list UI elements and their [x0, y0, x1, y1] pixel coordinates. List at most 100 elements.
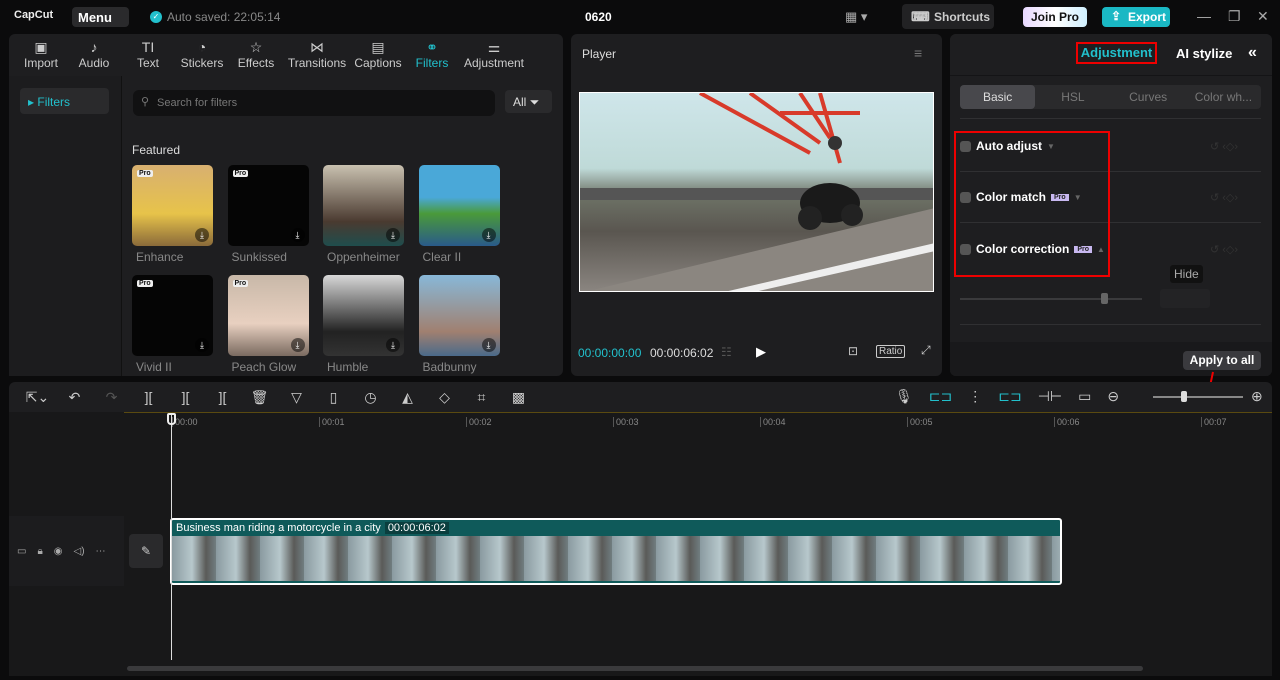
tab-ai-stylize[interactable]: AI stylize [1176, 46, 1232, 61]
shortcuts-label: Shortcuts [934, 10, 991, 24]
download-icon[interactable]: ⤓ [195, 338, 209, 352]
ratio-button[interactable]: Ratio [876, 345, 906, 358]
sidebar-item-filters[interactable]: ▸ Filters [20, 88, 109, 114]
total-time: 00:00:06:02 [650, 346, 714, 360]
filter-thumbnail[interactable]: ⤓ [418, 165, 500, 246]
timeline-view-icon[interactable]: ☷ [721, 345, 732, 359]
filter-thumbnail[interactable]: Pro ⤓ [227, 275, 309, 356]
playhead[interactable] [171, 414, 172, 660]
filter-icon: ⏷ [529, 95, 540, 109]
intensity-slider[interactable] [960, 298, 1142, 300]
lock-icon[interactable]: 🔒︎ [37, 546, 42, 557]
split-icon[interactable]: ][ [130, 389, 167, 405]
maximize-icon[interactable]: ❐ [1228, 8, 1241, 25]
intensity-input[interactable] [1160, 289, 1210, 308]
horizontal-scrollbar[interactable] [127, 666, 1143, 671]
video-clip[interactable]: Business man riding a motorcycle in a ci… [170, 518, 1062, 585]
audio-icon[interactable]: ◁) [74, 546, 85, 557]
filter-thumbnail[interactable]: Pro ⤓ [132, 165, 213, 246]
subtab-hsl[interactable]: HSL [1035, 85, 1110, 109]
zoom-out-icon[interactable]: ⊖ [1107, 388, 1119, 405]
link-icon[interactable]: ⋮ [968, 388, 982, 405]
download-icon[interactable]: ⤓ [481, 228, 496, 242]
subtab-curves[interactable]: Curves [1111, 85, 1186, 109]
filter-thumbnail[interactable]: Pro ⤓ [132, 275, 213, 356]
crop-icon[interactable]: ⌗ [463, 389, 500, 406]
preview-axis-icon[interactable]: ⊏⊐ [998, 388, 1021, 405]
reverse-icon[interactable]: ◷ [352, 389, 389, 406]
cover-icon[interactable]: ▭ [1078, 388, 1091, 405]
eye-icon[interactable]: ◉ [54, 546, 63, 557]
tab-effects[interactable]: ☆ Effects [229, 34, 283, 76]
tab-adjustment[interactable]: Adjustment [1076, 42, 1157, 64]
rotate-icon[interactable]: ◇ [426, 389, 463, 406]
apply-to-all-button[interactable]: Apply to all [1183, 351, 1261, 370]
download-icon[interactable]: ⤓ [290, 228, 305, 242]
filter-thumbnail[interactable]: ⤓ [323, 165, 404, 246]
zoom-slider[interactable] [1153, 396, 1243, 398]
download-icon[interactable]: ⤓ [386, 338, 400, 352]
mirror-icon[interactable]: ◭ [389, 389, 426, 406]
clip-duration: 00:00:06:02 [384, 522, 449, 534]
tab-audio[interactable]: ♪ Audio [67, 34, 121, 76]
tab-import[interactable]: ▣ Import [15, 34, 67, 76]
freeze-icon[interactable]: ▯ [315, 389, 352, 406]
tab-adjustment[interactable]: ⚌ Adjustment [459, 34, 529, 76]
fullscreen-icon[interactable]: ⤢ [921, 343, 931, 358]
split-audio-icon[interactable]: ⊣⊢ [1038, 388, 1062, 405]
zoom-handle[interactable] [1181, 391, 1187, 402]
delete-icon[interactable]: 🗑 [241, 389, 278, 406]
collapse-icon[interactable]: « [1248, 44, 1257, 62]
close-icon[interactable]: ✕ [1257, 8, 1269, 25]
section-featured: Featured [132, 143, 181, 157]
join-pro-button[interactable]: Join Pro [1023, 7, 1087, 27]
time-ruler[interactable]: 00:00 00:01 00:02 00:03 00:04 00:05 00:06 00:07 [124, 412, 1272, 432]
filter-name: Peach Glow [231, 360, 297, 374]
magnet-icon[interactable]: ⊏⊐ [929, 388, 952, 405]
slider-handle[interactable] [1101, 293, 1108, 304]
ai-cut-icon[interactable]: ▩ [500, 389, 537, 406]
tab-text[interactable]: TI Text [121, 34, 175, 76]
edit-cover-button[interactable]: ✎ [129, 534, 163, 568]
screenshot-icon[interactable]: ⊡ [848, 344, 858, 358]
shortcuts-button[interactable]: ⌨ Shortcuts [902, 4, 994, 29]
microphone-icon[interactable]: 🎙 [895, 388, 913, 405]
audio-icon: ♪ [90, 39, 98, 55]
zoom-in-icon[interactable]: ⊕ [1251, 388, 1263, 405]
filter-name: Oppenheimer [327, 250, 400, 264]
tab-filters[interactable]: ⚭ Filters [405, 34, 459, 76]
select-tool-icon[interactable]: ⇱⌄ [19, 389, 56, 406]
play-icon[interactable]: ▶ [756, 344, 766, 360]
download-icon[interactable]: ⤓ [195, 228, 209, 242]
video-preview[interactable] [579, 92, 934, 292]
redo-icon[interactable]: ↷ [93, 389, 130, 406]
export-button[interactable]: ⇪ Export [1102, 7, 1170, 27]
filter-thumbnail[interactable]: ⤓ [418, 275, 500, 356]
download-icon[interactable]: ⤓ [386, 228, 400, 242]
filter-thumbnail[interactable]: ⤓ [323, 275, 404, 356]
marker-icon[interactable]: ▽ [278, 389, 315, 406]
undo-icon[interactable]: ↶ [56, 389, 93, 406]
hide-tooltip: Hide [1170, 265, 1203, 283]
menu-button[interactable]: Menu ⌄ [72, 7, 129, 39]
minimize-icon[interactable]: — [1197, 8, 1211, 24]
tab-transitions[interactable]: ⋈ Transitions [283, 34, 351, 76]
filter-thumbnail[interactable]: Pro ⤓ [227, 165, 309, 246]
split-left-icon[interactable]: ][ [167, 389, 204, 405]
filter-all-dropdown[interactable]: All ⏷ [505, 90, 552, 113]
cover-icon[interactable]: ▭ [17, 546, 26, 557]
tab-stickers[interactable]: ◔ Stickers [175, 34, 229, 76]
menu-icon[interactable]: ≡ [914, 45, 922, 61]
import-icon: ▣ [34, 39, 48, 55]
split-right-icon[interactable]: ][ [204, 389, 241, 405]
tab-captions[interactable]: ▤ Captions [351, 34, 405, 76]
search-input[interactable]: ⚲ Search for filters [133, 90, 495, 116]
tab-label: Audio [78, 56, 110, 70]
layout-icon[interactable]: ▦ ▾ [845, 9, 867, 25]
download-icon[interactable]: ⤓ [290, 338, 305, 352]
subtab-basic[interactable]: Basic [960, 85, 1036, 109]
subtab-color-wheel[interactable]: Color wh... [1186, 85, 1261, 109]
more-icon[interactable]: ⋯ [96, 546, 106, 557]
playhead-handle[interactable] [167, 413, 176, 425]
download-icon[interactable]: ⤓ [481, 338, 496, 352]
